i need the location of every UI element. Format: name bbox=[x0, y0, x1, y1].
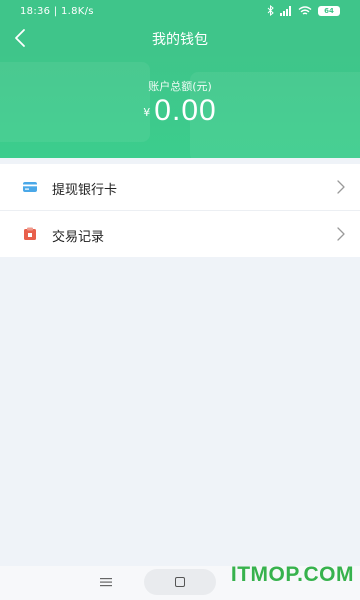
page-title: 我的钱包 bbox=[152, 32, 208, 48]
square-home-icon bbox=[175, 577, 185, 587]
home-button[interactable] bbox=[144, 569, 216, 595]
menu-item-label: 交易记录 bbox=[52, 230, 105, 245]
menu-item-label: 提现银行卡 bbox=[52, 183, 118, 198]
wallet-menu: 提现银行卡 交易记录 bbox=[0, 164, 360, 257]
balance-value: ¥0.00 bbox=[0, 94, 360, 128]
status-icons: 64 bbox=[267, 5, 340, 16]
wifi-icon bbox=[298, 5, 312, 15]
signal-icon bbox=[280, 5, 291, 16]
balance-label: 账户总额(元) bbox=[148, 80, 212, 93]
balance-amount: 0.00 bbox=[154, 94, 217, 127]
transaction-record-icon bbox=[24, 227, 36, 240]
title-bar: 我的钱包 bbox=[0, 24, 360, 52]
balance-header: 账户总额(元) ¥0.00 bbox=[0, 52, 360, 158]
chevron-right-icon bbox=[337, 227, 345, 241]
menu-item-transactions[interactable]: 交易记录 bbox=[0, 211, 360, 257]
battery-icon: 64 bbox=[318, 5, 340, 16]
bluetooth-icon bbox=[267, 5, 274, 16]
bank-card-icon bbox=[23, 182, 37, 192]
currency-symbol: ¥ bbox=[143, 106, 151, 119]
status-time: 18:36 | 1.8K/s bbox=[20, 6, 94, 17]
chevron-right-icon bbox=[337, 180, 345, 194]
menu-item-bank-card[interactable]: 提现银行卡 bbox=[0, 164, 360, 211]
hamburger-icon[interactable] bbox=[100, 577, 112, 587]
watermark: ITMOP.COM bbox=[230, 563, 354, 586]
status-bar: 18:36 | 1.8K/s 64 bbox=[0, 0, 360, 24]
